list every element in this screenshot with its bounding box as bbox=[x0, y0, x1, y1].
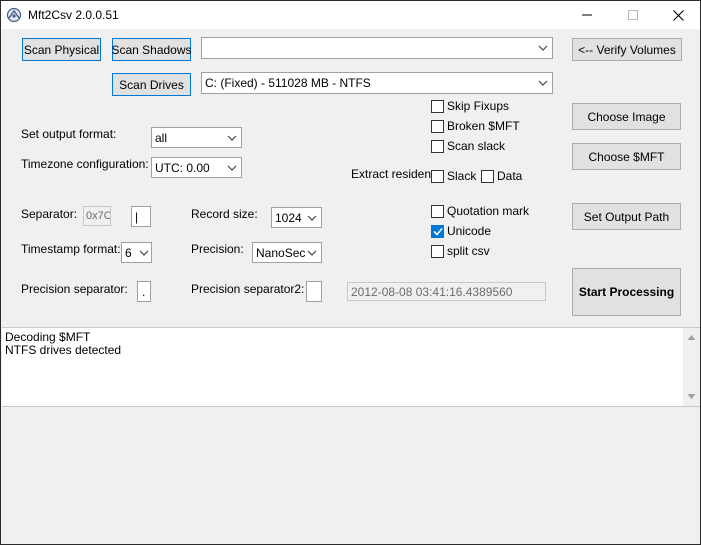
maximize-icon bbox=[628, 10, 638, 20]
precision-value: NanoSec bbox=[256, 245, 306, 260]
checkbox-box bbox=[431, 204, 444, 218]
quotation-mark-checkbox[interactable]: Quotation mark bbox=[431, 204, 529, 218]
chevron-down-icon bbox=[307, 215, 317, 221]
window-title: Mft2Csv 2.0.0.51 bbox=[28, 8, 119, 22]
scroll-down-icon[interactable] bbox=[687, 393, 696, 400]
checkbox-box bbox=[431, 139, 444, 153]
log-lines: Decoding $MFT NTFS drives detected bbox=[5, 331, 121, 357]
volume-select[interactable] bbox=[201, 37, 553, 59]
checkbox-label: Slack bbox=[447, 169, 477, 183]
split-csv-checkbox[interactable]: split csv bbox=[431, 244, 490, 258]
verify-volumes-button[interactable]: <-- Verify Volumes bbox=[572, 38, 682, 61]
checkbox-label: split csv bbox=[447, 244, 490, 258]
set-output-path-button[interactable]: Set Output Path bbox=[572, 203, 681, 230]
precision-select[interactable]: NanoSec bbox=[252, 242, 322, 263]
maximize-button[interactable] bbox=[610, 1, 656, 29]
timestamp-format-select[interactable]: 6 bbox=[121, 242, 152, 263]
precision-separator2-input[interactable] bbox=[306, 281, 322, 302]
checkbox-label: Scan slack bbox=[447, 139, 506, 153]
app-window: Mft2Csv 2.0.0.51 Scan Physical Scan Shad… bbox=[0, 0, 701, 545]
record-size-value: 1024 bbox=[275, 210, 302, 225]
chevron-down-icon bbox=[538, 45, 548, 51]
log-line: NTFS drives detected bbox=[5, 343, 122, 357]
timestamp-format-label: Timestamp format: bbox=[21, 242, 121, 256]
drive-select-value: C: (Fixed) - 511028 MB - NTFS bbox=[205, 76, 371, 90]
checkbox-label: Quotation mark bbox=[447, 204, 530, 218]
separator-hex-field: 0x7C bbox=[83, 206, 111, 226]
checkmark-icon bbox=[432, 227, 443, 236]
scan-slack-checkbox[interactable]: Scan slack bbox=[431, 139, 505, 153]
separator-input[interactable]: | bbox=[131, 206, 151, 227]
chevron-down-icon bbox=[227, 165, 237, 171]
broken-mft-checkbox[interactable]: Broken $MFT bbox=[431, 119, 520, 133]
scroll-up-icon[interactable] bbox=[687, 334, 696, 341]
timezone-label: Timezone configuration: bbox=[21, 157, 149, 171]
skip-fixups-checkbox[interactable]: Skip Fixups bbox=[431, 99, 509, 113]
checkbox-box bbox=[431, 119, 444, 133]
output-format-value: all bbox=[155, 130, 168, 145]
timestamp-format-value: 6 bbox=[125, 245, 132, 260]
start-processing-button[interactable]: Start Processing bbox=[572, 268, 681, 316]
checkbox-label: Broken $MFT bbox=[447, 119, 520, 133]
minimize-icon bbox=[582, 14, 592, 16]
extract-resident-label: Extract resident: bbox=[351, 167, 438, 181]
timezone-select[interactable]: UTC: 0.00 bbox=[151, 157, 242, 178]
checkbox-box bbox=[431, 224, 444, 238]
data-checkbox[interactable]: Data bbox=[481, 169, 522, 183]
separator-label: Separator: bbox=[21, 207, 78, 221]
precision-separator-input[interactable]: . bbox=[137, 281, 151, 302]
timezone-value: UTC: 0.00 bbox=[155, 160, 210, 175]
log-output[interactable]: Decoding $MFT NTFS drives detected bbox=[2, 327, 700, 407]
drive-select[interactable]: C: (Fixed) - 511028 MB - NTFS bbox=[201, 72, 553, 94]
minimize-button[interactable] bbox=[564, 1, 610, 29]
output-format-select[interactable]: all bbox=[151, 127, 242, 148]
close-icon bbox=[672, 9, 684, 21]
scan-shadows-button[interactable]: Scan Shadows bbox=[111, 38, 192, 61]
checkbox-box bbox=[431, 99, 444, 113]
checkbox-label: Data bbox=[497, 169, 523, 183]
record-size-label: Record size: bbox=[191, 207, 258, 221]
unicode-checkbox[interactable]: Unicode bbox=[431, 224, 491, 238]
precision-separator-label: Precision separator: bbox=[21, 282, 128, 296]
precision-label: Precision: bbox=[191, 242, 244, 256]
vertical-scrollbar[interactable] bbox=[683, 328, 700, 406]
choose-mft-button[interactable]: Choose $MFT bbox=[572, 143, 681, 170]
title-bar: Mft2Csv 2.0.0.51 bbox=[1, 1, 700, 29]
precision-separator2-label: Precision separator2: bbox=[191, 282, 305, 296]
chevron-down-icon bbox=[307, 250, 317, 256]
record-size-select[interactable]: 1024 bbox=[271, 207, 322, 228]
checkbox-label: Unicode bbox=[447, 224, 492, 238]
chevron-down-icon bbox=[139, 250, 149, 256]
scan-physical-button[interactable]: Scan Physical bbox=[22, 38, 101, 61]
chevron-down-icon bbox=[538, 80, 548, 86]
close-button[interactable] bbox=[655, 1, 701, 29]
app-logo-icon bbox=[6, 7, 22, 23]
chevron-down-icon bbox=[227, 135, 237, 141]
checkbox-label: Skip Fixups bbox=[447, 99, 510, 113]
choose-image-button[interactable]: Choose Image bbox=[572, 103, 681, 130]
timestamp-preview-field: 2012-08-08 03:41:16.4389560 bbox=[347, 282, 546, 301]
checkbox-box bbox=[431, 244, 444, 258]
slack-checkbox[interactable]: Slack bbox=[431, 169, 476, 183]
output-format-label: Set output format: bbox=[21, 127, 117, 141]
checkbox-box bbox=[481, 169, 494, 183]
scan-drives-button[interactable]: Scan Drives bbox=[112, 73, 191, 96]
checkbox-box bbox=[431, 169, 444, 183]
